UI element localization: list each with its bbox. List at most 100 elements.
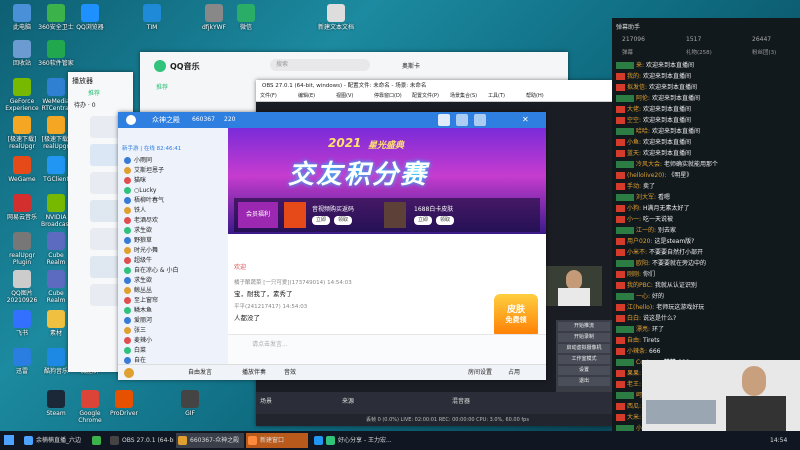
gamepad-icon[interactable] — [456, 114, 468, 126]
skin-promo-badge[interactable]: 皮肤 免费领 — [494, 294, 538, 338]
desktop-icon[interactable]: ProDriver — [106, 390, 142, 417]
desktop-icon[interactable]: GIF — [172, 390, 208, 417]
member-list-item[interactable]: 野狼草 — [124, 236, 152, 246]
taskbar-app[interactable] — [90, 433, 106, 448]
close-icon[interactable]: ✕ — [522, 112, 529, 128]
accompaniment-button[interactable]: 播放伴奏 — [242, 365, 266, 380]
obs-control-button[interactable]: 开始推流 — [558, 322, 610, 331]
member-list-item[interactable]: 麦辣小 — [124, 336, 152, 346]
room-settings-button[interactable]: 房间设置 — [468, 365, 492, 380]
obs-menu-item[interactable]: 停靠窗口(D) — [374, 92, 402, 101]
qqmusic-nav[interactable]: 推荐 — [156, 82, 168, 91]
windows-start-icon[interactable] — [4, 435, 14, 445]
obs-menu-item[interactable]: 编辑(E) — [298, 92, 315, 101]
obs-control-button[interactable]: 工作室模式 — [558, 355, 610, 364]
member-list-item[interactable]: 白菜 — [124, 346, 146, 356]
card1-claim-button[interactable]: 领取 — [334, 216, 352, 225]
danmaku-user[interactable]: 用户020: — [627, 238, 652, 245]
danmaku-user[interactable]: 江一的: — [636, 227, 656, 234]
member-list-item[interactable]: 时光小舞 — [124, 246, 158, 256]
danmaku-user[interactable]: 大米: — [627, 414, 641, 421]
danmaku-user[interactable]: 蓝天: — [627, 150, 641, 157]
taskbar-app[interactable]: 660367-众神之殿 — [176, 433, 244, 448]
danmaku-user[interactable]: 来: — [636, 62, 644, 69]
danmaku-user[interactable]: 一心: — [636, 293, 650, 300]
occupy-button[interactable]: 占用 — [508, 365, 520, 380]
member-list-item[interactable]: 艾斯坦恩子 — [124, 166, 164, 176]
danmaku-user[interactable]: 刚刚: — [627, 271, 641, 278]
vip-card[interactable]: 会员福利 — [238, 202, 278, 228]
member-list-item[interactable]: ○Lucky — [124, 186, 156, 196]
member-list-item[interactable]: 老酒尽欢 — [124, 216, 158, 226]
danmaku-user[interactable]: 自由: — [627, 337, 641, 344]
desktop-icon[interactable]: 新建文本文档 — [318, 4, 354, 31]
grid-icon[interactable] — [474, 114, 486, 126]
desktop-icon[interactable]: 迅雷 — [4, 348, 40, 375]
desktop-icon[interactable]: WeGame — [4, 156, 40, 183]
member-list-item[interactable]: 求生欲 — [124, 276, 152, 286]
member-list-item[interactable]: 铁人 — [124, 206, 146, 216]
member-list-item[interactable]: 梧柳叶春气 — [124, 196, 164, 206]
card2-button[interactable]: 立即 — [414, 216, 432, 225]
danmaku-user[interactable]: 小米不: — [627, 249, 647, 256]
free-talk-button[interactable]: 自由发言 — [188, 365, 212, 380]
desktop-icon[interactable]: 微信 — [228, 4, 264, 31]
danmaku-user[interactable]: 漂亮: — [636, 326, 650, 333]
desktop-icon[interactable]: dfjkYWF — [196, 4, 232, 31]
desktop-icon[interactable]: 飞书 — [4, 310, 40, 337]
danmaku-user[interactable]: 阿伦: — [636, 95, 650, 102]
danmaku-user[interactable]: 老王: — [627, 381, 641, 388]
taskbar-app[interactable]: 余楠楠直播_六边 — [22, 433, 88, 448]
danmaku-user[interactable]: 欧阳: — [636, 260, 650, 267]
desktop-icon[interactable]: 此电脑 — [4, 4, 40, 31]
danmaku-user[interactable]: 哈哈: — [636, 128, 650, 135]
danmaku-user[interactable]: 小一: — [627, 216, 641, 223]
danmaku-user[interactable]: 江(hello): — [627, 304, 654, 311]
obs-control-button[interactable]: 退出 — [558, 377, 610, 386]
danmaku-user[interactable]: 小辣条: — [627, 348, 647, 355]
obs-menu-item[interactable]: 帮助(H) — [526, 92, 544, 101]
danmaku-user[interactable]: 果果: — [627, 370, 641, 377]
obs-menu-item[interactable]: 场景集合(S) — [450, 92, 477, 101]
danmaku-user[interactable]: 白白: — [627, 315, 641, 322]
member-list-item[interactable]: 爱丽河 — [124, 316, 152, 326]
user-avatar[interactable] — [124, 368, 134, 378]
desktop-icon[interactable]: QQ浏览器 — [72, 4, 108, 31]
desktop-icon[interactable]: Google Chrome — [72, 390, 108, 424]
tab-gifts[interactable]: 礼物(258) — [686, 48, 712, 56]
obs-control-button[interactable]: 启动虚拟摄像机 — [558, 344, 610, 353]
taskbar-app[interactable]: 新建窗口 — [246, 433, 308, 448]
desktop-icon[interactable]: 360软件管家 — [38, 40, 74, 67]
small-window-nav[interactable]: 推荐 — [88, 88, 100, 97]
card1-button[interactable]: 立即 — [312, 216, 330, 225]
desktop-icon[interactable]: [极速下载] realUpgr — [4, 116, 40, 150]
taskbar-app[interactable]: OBS 27.0.1 (64-bit) — [108, 433, 174, 448]
danmaku-user[interactable]: 手动: — [627, 183, 641, 190]
sound-effect-button[interactable]: 音效 — [284, 365, 296, 380]
desktop-icon[interactable]: 360安全卫士 — [38, 4, 74, 31]
danmaku-user[interactable]: 大佬: — [627, 106, 641, 113]
danmaku-user[interactable]: 西瓜: — [627, 403, 641, 410]
event-banner[interactable]: 2021 星光盛典 交友积分赛 会员福利 音视频购买返码 立即 领取 1688白… — [228, 128, 546, 234]
desktop-icon[interactable]: QQ图片 20210926 — [4, 270, 40, 304]
member-list-item[interactable]: 超级牛 — [124, 256, 152, 266]
danmaku-user[interactable]: 刘大军: — [636, 194, 656, 201]
tab-fan-club[interactable]: 粉丝团(3) — [752, 48, 776, 56]
desktop-icon[interactable]: 网易云音乐 — [4, 194, 40, 221]
qqmusic-search-input[interactable]: 搜索 — [270, 59, 370, 71]
danmaku-user[interactable]: 我的PBC: — [627, 282, 653, 289]
desktop-icon[interactable]: TIM — [134, 4, 170, 31]
tab-danmaku[interactable]: 弹幕 — [622, 48, 633, 56]
small-window-todo[interactable]: 待办 · 0 — [74, 100, 96, 109]
home-icon[interactable] — [438, 114, 450, 126]
member-list-item[interactable]: 张三 — [124, 326, 146, 336]
member-list-item[interactable]: 至上窗帘 — [124, 296, 158, 306]
obs-menu-item[interactable]: 视图(V) — [336, 92, 353, 101]
qqmusic-user[interactable]: 奥斯卡 — [402, 61, 420, 70]
member-list-item[interactable]: 自在凉心 & 小白 — [124, 266, 179, 276]
danmaku-user[interactable]: 空空: — [627, 117, 641, 124]
danmaku-user[interactable]: (hellolive20): — [627, 172, 666, 179]
desktop-icon[interactable]: realUpgr Plugin — [4, 232, 40, 266]
danmaku-user[interactable]: 小鱼: — [627, 139, 641, 146]
member-list-item[interactable]: 猫咪 — [124, 176, 146, 186]
